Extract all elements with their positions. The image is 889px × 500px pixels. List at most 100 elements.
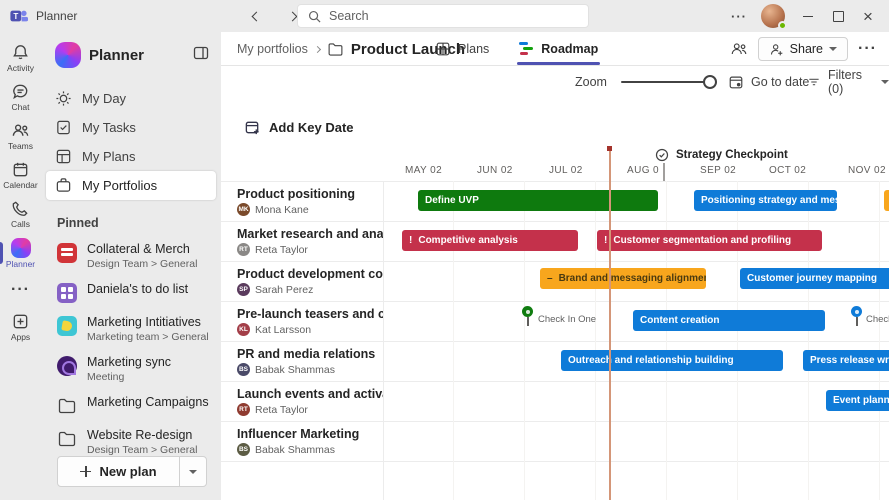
avatar: BS <box>237 443 250 456</box>
key-date-strategy-checkpoint[interactable]: Strategy Checkpoint <box>655 148 788 162</box>
pinned-section-header: Pinned <box>57 216 221 230</box>
maximize-button[interactable] <box>823 0 853 32</box>
rail-item-planner[interactable]: Planner <box>0 233 41 273</box>
gantt-bar[interactable]: Brand and messaging alignment <box>540 268 706 289</box>
breadcrumb-my-portfolios[interactable]: My portfolios <box>237 42 308 56</box>
gantt-bar[interactable]: Content creation <box>633 310 825 331</box>
collapse-sidebar-button[interactable] <box>193 45 209 66</box>
view-tabs: Plans Roadmap <box>433 32 600 66</box>
close-button[interactable] <box>853 0 883 32</box>
titlebar-more-button[interactable] <box>725 9 753 24</box>
milestone-pin[interactable] <box>522 306 533 326</box>
milestone-pin[interactable] <box>851 306 862 326</box>
gantt-bar[interactable]: Event planning <box>826 390 889 411</box>
tasks-icon <box>55 119 72 136</box>
calendar-icon <box>11 160 30 179</box>
teams-people-icon <box>11 121 30 140</box>
timeline-month: OCT 02 <box>769 165 806 176</box>
pinned-item-danielas-list[interactable]: Daniela's to do list <box>41 276 221 309</box>
gantt-bar[interactable]: Customer journey mapping <box>740 268 889 289</box>
go-to-date-button[interactable]: Go to date <box>728 66 809 97</box>
pinned-item-collateral-merch[interactable]: Collateral & Merch Design Team > General <box>41 236 221 276</box>
sidebar-item-my-day[interactable]: My Day <box>46 84 216 113</box>
plans-icon <box>55 148 72 165</box>
planner-logo-icon <box>55 42 81 68</box>
filters-button[interactable]: Filters (0) <box>807 66 889 97</box>
tab-roadmap[interactable]: Roadmap <box>517 32 600 66</box>
avatar: SP <box>237 283 250 296</box>
rail-item-activity[interactable]: Activity <box>0 38 41 77</box>
profile-avatar[interactable] <box>761 4 785 28</box>
timeline-month: NOV 02 <box>848 165 886 176</box>
rail-more-apps-button[interactable] <box>11 273 30 307</box>
chevron-down-icon <box>881 80 889 84</box>
sidebar-item-my-tasks[interactable]: My Tasks <box>46 113 216 142</box>
rail-item-chat[interactable]: Chat <box>0 77 41 116</box>
milestone-stem <box>856 317 858 326</box>
roadmap-icon <box>519 42 534 56</box>
rail-item-calls[interactable]: Calls <box>0 194 41 233</box>
add-key-date-button[interactable]: Add Key Date <box>244 119 354 136</box>
planner-icon <box>11 238 31 258</box>
gantt-bar[interactable] <box>884 190 889 211</box>
timeline-month: MAY 02 <box>405 165 442 176</box>
svg-text:T: T <box>13 12 18 21</box>
gantt-bar[interactable]: Outreach and relationship building <box>561 350 783 371</box>
pinned-item-marketing-campaigns[interactable]: Marketing Campaigns <box>41 389 221 422</box>
zoom-slider-knob[interactable] <box>703 75 717 89</box>
plan-header: My portfolios Product Launch Plans Roadm… <box>221 32 889 66</box>
teams-logo-icon: T <box>9 7 28 25</box>
share-button[interactable]: Share <box>758 37 848 61</box>
chat-icon <box>11 82 30 101</box>
search-icon <box>308 10 321 23</box>
window-title: Planner <box>36 9 77 23</box>
gantt-bar[interactable]: Press release writing <box>803 350 889 371</box>
pinned-item-marketing-initiatives[interactable]: Marketing Intitiatives Marketing team > … <box>41 309 221 349</box>
milestone-label: Check In <box>866 314 889 325</box>
checkpoint-stem <box>663 163 665 181</box>
timeline-month: SEP 02 <box>700 165 736 176</box>
timeline-month: AUG 0 <box>627 165 659 176</box>
roadmap-toolbar: Zoom Go to date Filters (0) <box>221 66 889 97</box>
apps-plus-icon <box>11 312 30 331</box>
milestone-label: Check In One <box>538 314 596 325</box>
gantt-bar[interactable]: Define UVP <box>418 190 658 211</box>
milestone-dot-icon <box>851 306 862 317</box>
sidebar-item-my-plans[interactable]: My Plans <box>46 142 216 171</box>
avatar: MK <box>237 203 250 216</box>
phone-icon <box>11 199 30 218</box>
folder-icon <box>57 396 77 416</box>
members-icon[interactable] <box>730 40 748 58</box>
plan-icon <box>57 243 77 263</box>
milestone-stem <box>527 317 529 326</box>
plus-icon <box>80 466 91 477</box>
search-input[interactable]: Search <box>297 4 589 28</box>
filter-icon <box>807 74 821 90</box>
back-button[interactable] <box>246 6 266 26</box>
pinned-item-marketing-sync[interactable]: Marketing sync Meeting <box>41 349 221 389</box>
new-plan-dropdown-button[interactable] <box>179 457 206 486</box>
person-add-icon <box>769 42 784 57</box>
avatar: KL <box>237 323 250 336</box>
tab-plans[interactable]: Plans <box>433 32 491 66</box>
app-rail: Activity Chat Teams Calendar Calls Plann… <box>0 32 41 500</box>
rail-item-calendar[interactable]: Calendar <box>0 155 41 194</box>
new-plan-button[interactable]: New plan <box>57 456 207 487</box>
avatar: RT <box>237 243 250 256</box>
sidebar-item-my-portfolios[interactable]: My Portfolios <box>46 171 216 200</box>
zoom-slider[interactable] <box>621 75 717 89</box>
rail-item-apps[interactable]: Apps <box>0 307 41 346</box>
plan-icon <box>57 316 77 336</box>
gantt-bar[interactable]: Positioning strategy and mess... <box>694 190 837 211</box>
rail-item-teams[interactable]: Teams <box>0 116 41 155</box>
presence-available-badge <box>778 21 787 30</box>
avatar: RT <box>237 403 250 416</box>
gantt-bar[interactable]: Customer segmentation and profiling <box>597 230 822 251</box>
plan-more-button[interactable] <box>858 40 877 58</box>
portfolio-folder-icon <box>327 41 344 58</box>
window-titlebar: T Planner Search <box>0 0 889 32</box>
bell-icon <box>11 43 30 62</box>
minimize-button[interactable] <box>793 0 823 32</box>
gantt-bar[interactable]: Competitive analysis <box>402 230 578 251</box>
breadcrumb: My portfolios Product Launch <box>237 32 465 66</box>
